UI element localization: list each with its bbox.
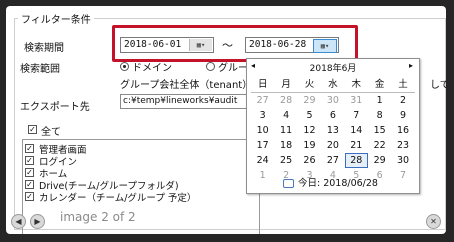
calendar-day[interactable]: 31	[345, 93, 368, 108]
calendar-day[interactable]: 4	[274, 108, 297, 123]
calendar-day[interactable]: 18	[274, 138, 297, 153]
calendar-day[interactable]: 29	[368, 153, 391, 168]
calendar-day[interactable]: 15	[368, 123, 391, 138]
calendar-day[interactable]: 5	[298, 108, 321, 123]
calendar-day[interactable]: 19	[298, 138, 321, 153]
scope-tail-text: して	[430, 80, 446, 91]
calendar-popup: ◂ 2018年6月 ▸ 日 月 火 水 木 金 土 27 28 29 30 31 1 2 3 4…	[246, 58, 420, 194]
list-item-label: カレンダー（チーム/グループ 予定）	[39, 193, 197, 204]
calendar-day[interactable]: 7	[391, 168, 414, 183]
calendar-week-row: 17 18 19 20 21 22 23	[251, 138, 415, 153]
close-icon[interactable]: ✕	[426, 214, 441, 229]
calendar-week-row: 27 28 29 30 31 1 2	[251, 93, 415, 108]
highlight-box	[112, 25, 358, 62]
weekday-label: 月	[281, 79, 291, 90]
calendar-day[interactable]: 28	[274, 93, 297, 108]
arrow-left-icon[interactable]: ◀	[11, 214, 26, 229]
period-label: 検索期間	[24, 43, 64, 54]
calendar-day[interactable]: 14	[345, 123, 368, 138]
calendar-day[interactable]: 22	[368, 138, 391, 153]
checkbox[interactable]: ✓	[25, 168, 34, 177]
calendar-day[interactable]: 25	[274, 153, 297, 168]
calendar-day[interactable]: 2	[391, 93, 414, 108]
calendar-day[interactable]: 26	[298, 153, 321, 168]
today-label: 今日: 2018/06/28	[298, 178, 378, 189]
arrow-right-icon[interactable]: ▶	[30, 214, 45, 229]
weekday-label: 火	[304, 79, 315, 90]
checkbox[interactable]: ✓	[25, 144, 34, 153]
calendar-week-row: 3456789	[251, 108, 415, 123]
calendar-day[interactable]: 1	[368, 93, 391, 108]
checkbox[interactable]: ✓	[25, 192, 34, 201]
export-label: エクスポート先	[20, 102, 90, 113]
calendar-day[interactable]: 12	[298, 123, 321, 138]
calendar-day[interactable]: 9	[391, 108, 414, 123]
calendar-day[interactable]: 1	[251, 168, 274, 183]
checkbox[interactable]: ✓	[25, 156, 34, 165]
calendar-day[interactable]: 10	[251, 123, 274, 138]
calendar-month-title: 2018年6月	[309, 64, 357, 74]
calendar-day[interactable]: 6	[321, 108, 344, 123]
weekday-label: 水	[328, 79, 338, 90]
calendar-weeks: 27 28 29 30 31 1 2 3 4 5 6 7 8 9 10 11 12 13 14 15 16 17 18 19 2…	[251, 93, 415, 183]
weekday-label: 金	[374, 79, 385, 90]
group-title: フィルター条件	[18, 11, 94, 26]
calendar-day[interactable]: 23	[391, 138, 414, 153]
today-button[interactable]: 今日: 2018/06/28	[283, 175, 378, 189]
calendar-day[interactable]: 20	[321, 138, 344, 153]
calendar-day[interactable]: 3	[251, 108, 274, 123]
calendar-day[interactable]: 11	[274, 123, 297, 138]
calendar-day[interactable]: 29	[298, 93, 321, 108]
calendar-day-selected[interactable]: 28	[344, 153, 368, 168]
weekday-label: 日	[257, 79, 268, 90]
weekday-label: 土	[398, 79, 408, 90]
export-path-input[interactable]: c:¥temp¥lineworks¥audit	[120, 94, 260, 109]
calendar-day[interactable]: 27	[321, 153, 344, 168]
calendar-week-row: 10 11 12 13 14 15 16	[251, 123, 415, 138]
scope-radio-domain[interactable]	[120, 62, 129, 71]
scope-label: 検索範囲	[20, 64, 60, 75]
calendar-header: ◂ 2018年6月 ▸	[247, 61, 419, 74]
checkbox[interactable]: ✓	[25, 180, 34, 189]
calendar-day[interactable]: 16	[391, 123, 414, 138]
calendar-day[interactable]: 17	[251, 138, 274, 153]
today-marker-icon	[283, 179, 294, 188]
next-month-button[interactable]: ▸	[409, 61, 413, 70]
calendar-day[interactable]: 8	[368, 108, 391, 123]
scope-tenant-text: グループ会社全体（tenant）を	[120, 80, 254, 91]
scope-option-domain: ドメイン	[132, 63, 172, 74]
image-counter: image 2 of 2	[60, 210, 136, 224]
calendar-day[interactable]: 7	[345, 108, 368, 123]
scope-radio-group[interactable]	[206, 62, 215, 71]
calendar-day[interactable]: 24	[251, 153, 274, 168]
calendar-day[interactable]: 30	[391, 153, 414, 168]
calendar-week-row: 24 25 26 27 28 29 30	[251, 153, 415, 168]
weekday-label: 木	[351, 79, 362, 90]
all-checkbox-label: 全て	[41, 127, 61, 138]
calendar-day[interactable]: 21	[345, 138, 368, 153]
event-type-list[interactable]: ✓ 管理者画面 ✓ ログイン ✓ ホーム ✓ Drive(チーム/グループフォル…	[22, 139, 260, 234]
calendar-day[interactable]: 30	[321, 93, 344, 108]
calendar-grid: 日 月 火 水 木 金 土 27 28 29 30 31 1 2 3 4 5 6 7 8 9 10 11 12 1…	[251, 77, 415, 183]
calendar-day[interactable]: 27	[251, 93, 274, 108]
calendar-day[interactable]: 13	[321, 123, 344, 138]
screenshot-panel: フィルター条件 検索期間 2018-06-01 ▦▾ 〜 2018-06-28 …	[6, 6, 446, 234]
all-checkbox[interactable]: ✓	[28, 125, 37, 134]
weekday-row: 日 月 火 水 木 金 土	[251, 77, 415, 93]
